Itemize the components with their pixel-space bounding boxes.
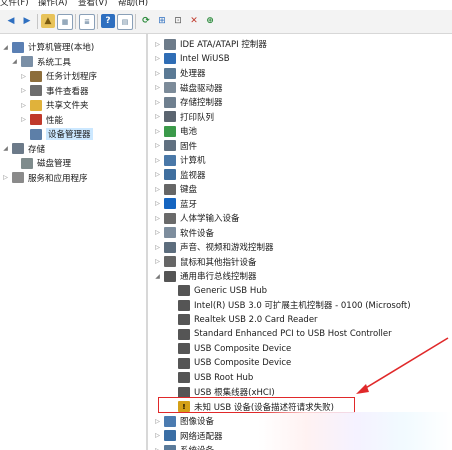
watermark-fade [258, 412, 452, 450]
arrow-line [363, 337, 449, 390]
arrow-head [356, 384, 369, 394]
annotation-arrow [356, 337, 449, 394]
